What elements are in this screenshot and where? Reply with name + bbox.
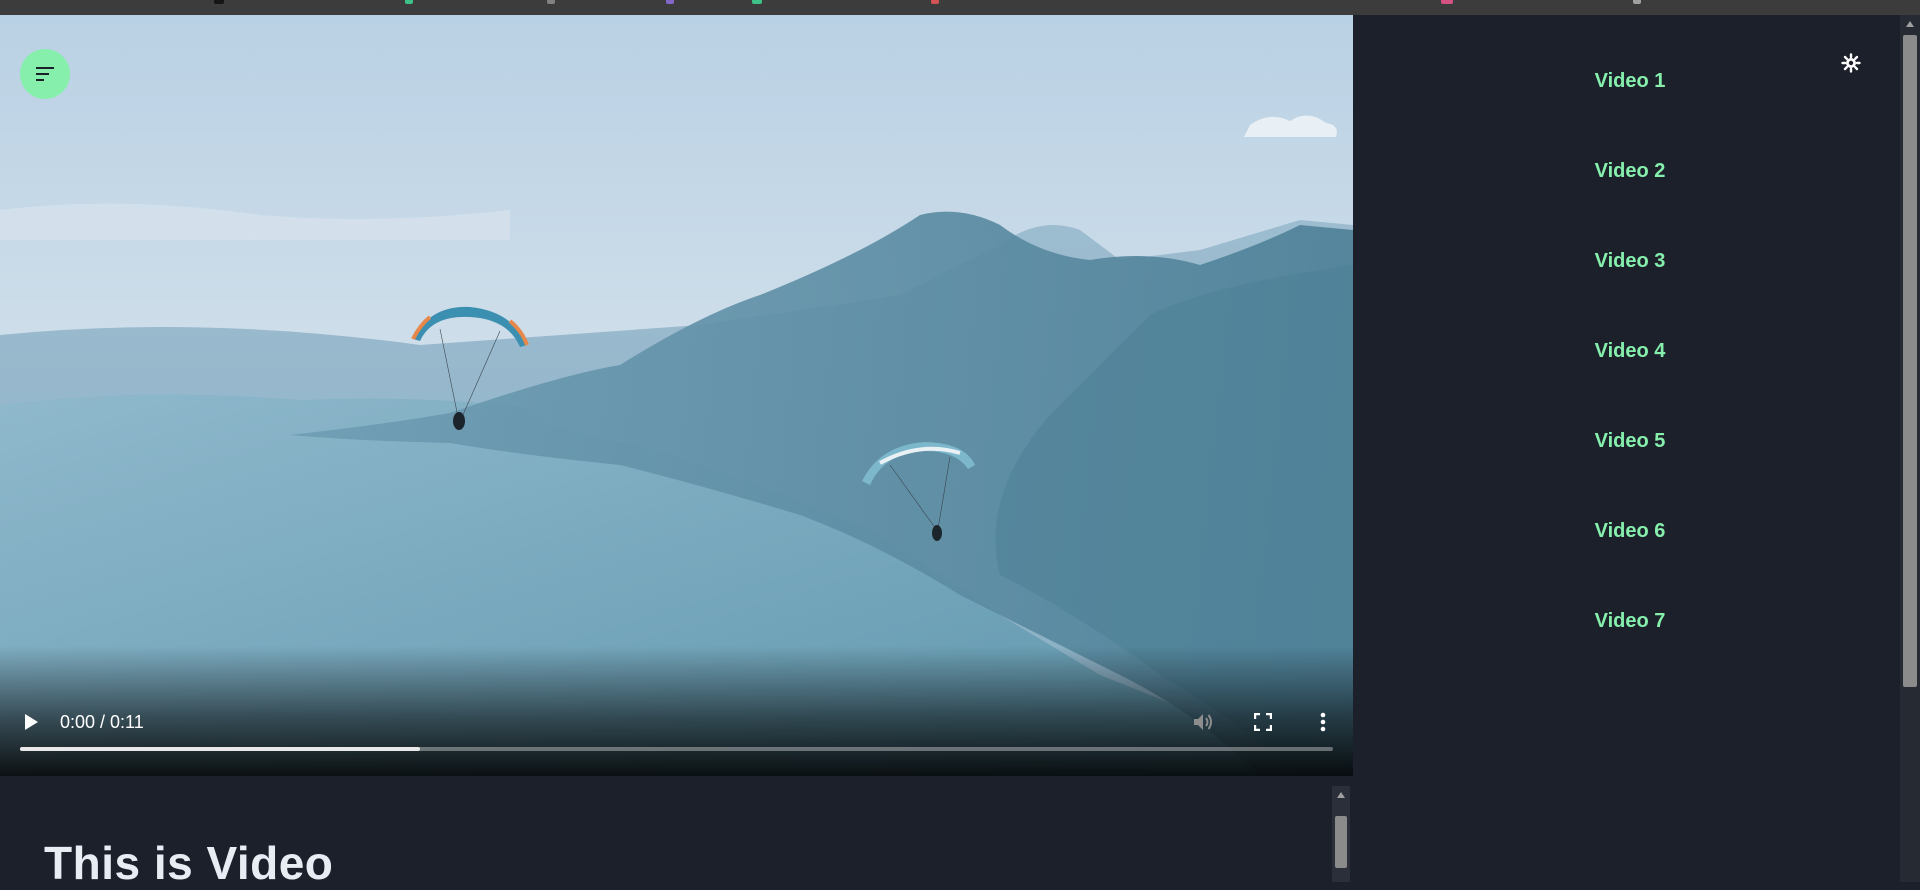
video-list-item[interactable]: Video 4 [1353, 331, 1907, 371]
tab-fragment [405, 0, 413, 4]
scrollbar-thumb[interactable] [1335, 816, 1347, 868]
more-options-button[interactable] [1307, 706, 1339, 738]
tab-fragment [214, 0, 224, 4]
tab-fragment [752, 0, 762, 4]
scroll-up-icon[interactable] [1332, 786, 1350, 804]
mute-button[interactable] [1187, 706, 1219, 738]
scrollbar-thumb[interactable] [1903, 35, 1917, 687]
page-scrollbar[interactable] [1900, 15, 1920, 882]
tab-fragment [547, 0, 555, 4]
video-sidebar: Video 1 Video 2 Video 3 Video 4 Video 5 … [1353, 15, 1900, 882]
video-list-item[interactable]: Video 3 [1353, 241, 1907, 281]
time-display: 0:00 / 0:11 [60, 712, 144, 732]
fullscreen-button[interactable] [1247, 706, 1279, 738]
video-list-item[interactable]: Video 6 [1353, 511, 1907, 551]
video-details: This is Video [0, 776, 1353, 889]
tab-fragment [1633, 0, 1641, 4]
play-icon [25, 714, 38, 730]
tab-fragment [931, 0, 939, 4]
video-list-item[interactable]: Video 1 [1353, 61, 1907, 101]
sort-lines-icon [36, 67, 54, 81]
tab-fragment [1441, 0, 1453, 4]
play-button[interactable] [15, 706, 47, 738]
volume-icon [1194, 714, 1212, 730]
video-list-item[interactable]: Video 5 [1353, 421, 1907, 461]
scroll-up-icon[interactable] [1900, 15, 1920, 33]
more-vertical-icon [1320, 712, 1326, 732]
video-list-item[interactable]: Video 7 [1353, 601, 1907, 641]
video-list-item[interactable]: Video 2 [1353, 151, 1907, 191]
seek-bar[interactable] [20, 747, 1333, 751]
tab-fragment [666, 0, 674, 4]
browser-top-bar [0, 0, 1920, 16]
video-player[interactable]: 0:00 / 0:11 [0, 15, 1353, 776]
video-controls: 0:00 / 0:11 [0, 686, 1353, 776]
content-scrollbar[interactable] [1332, 786, 1350, 882]
menu-toggle-button[interactable] [20, 49, 70, 99]
fullscreen-icon [1254, 713, 1272, 731]
seek-bar-buffered [20, 747, 421, 751]
